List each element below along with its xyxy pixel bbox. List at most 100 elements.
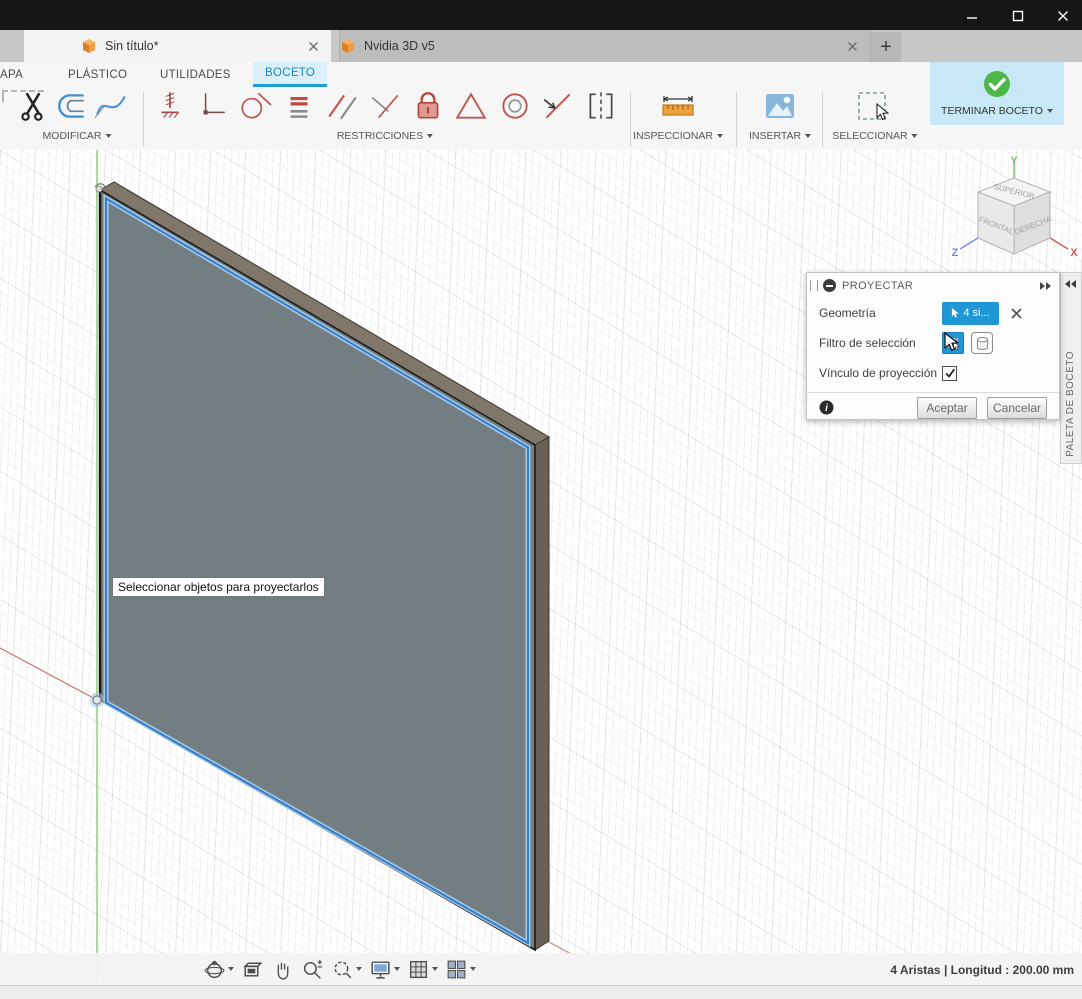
svg-text:i: i [825,403,828,414]
canvas-tooltip: Seleccionar objetos para proyectarlos [112,577,325,597]
viewports-icon [447,960,466,978]
midpoint-constraint-icon[interactable] [540,89,574,123]
view-cube[interactable]: SUPERIOR FRONTAL DERECHA Y Z X [948,152,1082,270]
drag-grip-icon[interactable] [810,280,818,291]
sketch-palette-strip[interactable]: PALETA DE BOCETO [1060,272,1082,464]
ribbon-tab-chapa[interactable]: APA [0,62,23,87]
geometry-row: Geometría 4 si... [807,298,1059,328]
chevron-down-icon [1046,109,1053,113]
tab-sin-titulo[interactable]: Sin título* [24,30,331,62]
measure-ruler-icon[interactable] [660,89,694,123]
finish-sketch-label: TERMINAR BOCETO [941,105,1053,117]
fix-lock-constraint-icon[interactable] [411,89,445,123]
grid-settings-button[interactable] [407,958,438,981]
concentric-constraint-icon[interactable] [498,89,532,123]
dialog-header[interactable]: PROYECTAR [807,273,1059,298]
close-icon [1058,11,1068,21]
toolbar-divider [630,92,631,147]
display-settings-button[interactable] [369,958,400,981]
select-window-icon[interactable] [855,89,890,123]
chevron-down-icon [716,134,723,138]
dialog-title: PROYECTAR [842,279,914,292]
insert-image-icon[interactable] [763,89,797,123]
navigation-bar [203,956,476,982]
body-filter-icon [976,336,988,350]
parallel-constraint-icon[interactable] [326,89,360,123]
ribbon-tab-boceto[interactable]: BOCETO [253,62,328,87]
close-document-tab-button[interactable] [308,41,319,52]
expand-chevrons-icon[interactable] [1040,281,1051,290]
clear-selection-button[interactable] [1010,307,1023,320]
perpendicular-constraint-icon[interactable] [195,89,229,123]
ribbon-tab-utilidades[interactable]: UTILIDADES [160,62,231,87]
fit-button[interactable] [331,958,362,981]
filter-bodies-button[interactable] [971,332,993,354]
corner-point[interactable] [95,185,103,193]
cancel-button[interactable]: Cancelar [987,396,1047,419]
orbit-icon [204,960,225,978]
constraints-group-label[interactable]: RESTRICCIONES [337,130,434,142]
spline-icon[interactable] [94,89,128,123]
pan-button[interactable] [271,958,294,981]
offset-icon[interactable] [55,89,89,123]
viewcube-x-axis [1049,237,1069,250]
chevron-down-icon [105,134,112,138]
document-tab-label: Sin título* [105,39,159,53]
collapse-icon[interactable] [823,279,836,292]
origin-point[interactable] [92,695,102,705]
trim-scissors-icon[interactable] [16,89,50,123]
new-tab-button[interactable]: + [871,32,901,62]
geometry-selection-chip[interactable]: 4 si... [942,301,999,325]
symmetry-constraint-icon[interactable] [584,89,618,123]
close-remote-tab-button[interactable] [847,41,858,52]
zoom-button[interactable] [301,958,324,981]
selection-filter-row: Filtro de selección [807,328,1059,358]
document-cube-icon [340,38,356,54]
maximize-icon [1012,10,1024,22]
finish-sketch-button[interactable]: TERMINAR BOCETO [930,62,1064,125]
chevron-down-icon [356,967,362,971]
horizontal-vertical-constraint-icon[interactable] [153,89,187,123]
tangent-constraint-icon[interactable] [238,89,272,123]
close-window-button[interactable] [1050,8,1076,24]
insert-group-label[interactable]: INSERTAR [749,130,812,142]
chevron-down-icon [228,967,234,971]
maximize-button[interactable] [1005,8,1031,24]
orbit-button[interactable] [203,958,234,981]
proyectar-dialog[interactable]: PROYECTAR Geometría 4 si... Filtro de se… [806,272,1060,420]
collapse-chevrons-icon[interactable] [1065,280,1076,288]
collinear-constraint-icon[interactable] [368,89,402,123]
selection-filter-label: Filtro de selección [819,336,916,350]
grid-icon [409,960,428,978]
document-cube-icon [81,38,97,54]
toolbar-divider [143,92,144,147]
look-at-button[interactable] [241,958,264,981]
tab-nvidia-3d-v5[interactable]: Nvidia 3D v5 [339,30,871,62]
info-icon[interactable]: i [819,400,834,415]
mouse-cursor [944,331,960,359]
triangle-constraint-icon[interactable] [454,89,488,123]
modify-group-label[interactable]: MODIFICAR [43,130,112,142]
viewcube-z-axis [959,237,979,250]
finish-check-icon [980,67,1014,101]
projection-link-checkbox[interactable] [942,365,957,381]
viewports-button[interactable] [445,958,476,981]
look-at-icon [243,961,263,977]
x-axis-line[interactable] [0,647,98,701]
equal-constraint-icon[interactable] [282,89,316,123]
minimize-button[interactable] [959,8,985,24]
sketch-palette-label: PALETA DE BOCETO [1065,351,1076,457]
toolbar-divider [736,92,737,147]
plate-side-face[interactable] [534,436,550,951]
chevron-down-icon [805,134,812,138]
select-group-label[interactable]: SELECCIONAR [832,130,918,142]
chevron-down-icon [427,134,434,138]
z-axis-label: Z [952,247,959,259]
checkmark-icon [945,368,955,378]
close-icon [848,41,857,51]
inspect-group-label[interactable]: INSPECCIONAR [633,130,723,142]
title-bar [0,0,1082,30]
ribbon-tab-plastico[interactable]: PLÁSTICO [68,62,127,87]
accept-button[interactable]: Aceptar [917,396,977,419]
minimize-icon [967,17,977,19]
